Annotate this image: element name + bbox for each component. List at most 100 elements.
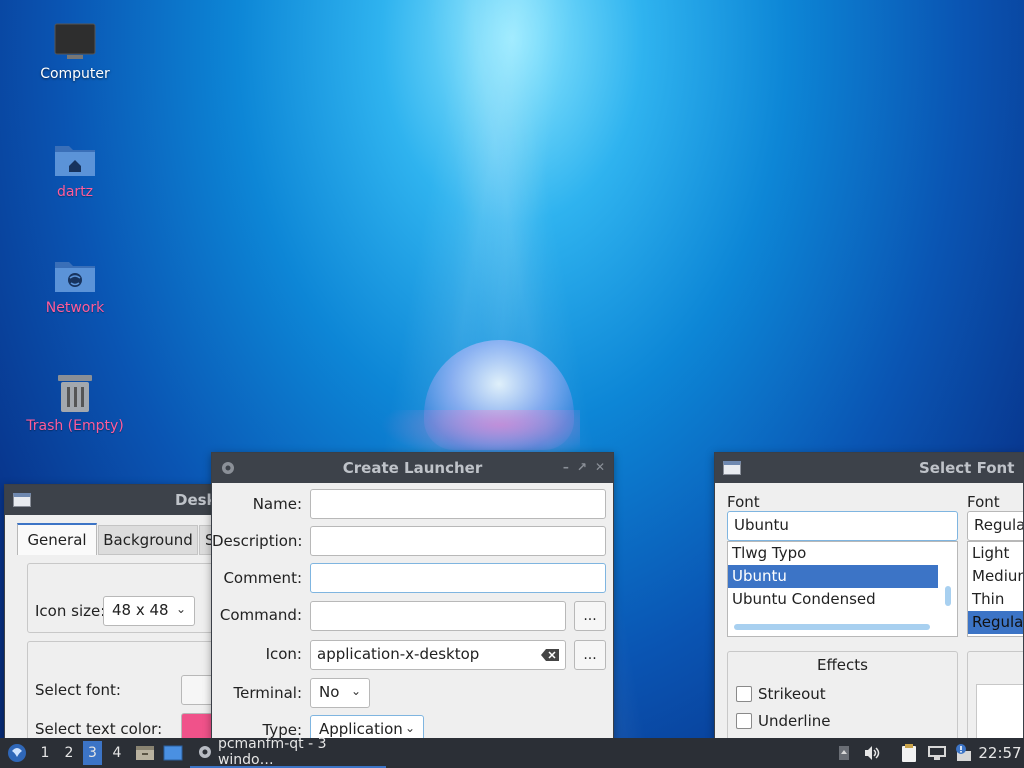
close-icon[interactable]: ✕ xyxy=(595,460,605,474)
command-browse-button[interactable]: ... xyxy=(574,601,606,631)
maximize-icon[interactable]: ↗ xyxy=(577,460,587,474)
description-label: Description: xyxy=(212,532,303,550)
desktop-icon-label: dartz xyxy=(56,184,94,200)
font-name-field[interactable]: Ubuntu xyxy=(727,511,958,541)
select-text-color-label: Select text color: xyxy=(35,720,163,738)
underline-label: Underline xyxy=(758,712,831,730)
window-icon xyxy=(13,493,31,507)
effects-group: Effects Strikeout Underline xyxy=(727,651,958,739)
tab-general[interactable]: General xyxy=(17,523,97,555)
command-field[interactable] xyxy=(310,601,566,631)
main-menu-button[interactable] xyxy=(4,738,30,768)
window-title: Select Font xyxy=(919,459,1015,477)
font-preview-box xyxy=(976,684,1023,739)
icon-size-value: 48 x 48 xyxy=(112,601,169,619)
desktop-icon-network[interactable]: Network xyxy=(15,256,135,316)
workspace-3[interactable]: 3 xyxy=(83,741,102,765)
workspace-1[interactable]: 1 xyxy=(35,738,55,768)
workspace-4[interactable]: 4 xyxy=(107,738,127,768)
tab-background[interactable]: Background xyxy=(98,525,198,555)
desktop-icon-label: Trash (Empty) xyxy=(26,418,124,434)
strikeout-label: Strikeout xyxy=(758,685,826,703)
window-titlebar[interactable]: Create Launcher – ↗ ✕ xyxy=(212,453,613,483)
desktop-icon-label: Computer xyxy=(40,66,110,82)
desktop-icon-computer[interactable]: Computer xyxy=(15,22,135,82)
font-list[interactable]: Tlwg Typo Ubuntu Ubuntu Condensed xyxy=(727,541,958,637)
sample-group xyxy=(967,651,1023,739)
network-folder-icon xyxy=(55,262,95,292)
gear-icon xyxy=(222,462,234,474)
effects-label: Effects xyxy=(817,656,868,674)
terminal-select[interactable]: No ⌄ xyxy=(310,678,370,708)
font-style-item[interactable]: Medium xyxy=(968,565,1023,588)
window-titlebar[interactable]: Select Font xyxy=(715,453,1023,483)
icon-size-label: Icon size: xyxy=(35,602,106,620)
network-wired-icon xyxy=(928,746,946,760)
terminal-label: Terminal: xyxy=(233,684,302,702)
workspace-2[interactable]: 2 xyxy=(59,738,79,768)
update-notifier[interactable] xyxy=(951,738,975,768)
icon-field[interactable]: application-x-desktop xyxy=(310,640,566,670)
chevron-down-icon: ⌄ xyxy=(404,721,415,735)
command-label: Command: xyxy=(219,606,302,624)
lxqt-logo-icon xyxy=(8,744,26,762)
desktop-icon-label: Network xyxy=(45,300,105,316)
create-launcher-window[interactable]: Create Launcher – ↗ ✕ Name: Description:… xyxy=(211,452,614,740)
select-font-window[interactable]: Select Font Font Ubuntu Tlwg Typo Ubuntu… xyxy=(714,452,1024,740)
icon-size-select[interactable]: 48 x 48 ⌄ xyxy=(103,596,195,626)
volume-control[interactable] xyxy=(860,738,884,768)
chevron-down-icon: ⌄ xyxy=(175,602,186,616)
desktop-icon xyxy=(163,745,183,761)
clear-text-icon[interactable] xyxy=(541,649,559,661)
font-list-item-selected[interactable]: Ubuntu xyxy=(728,565,938,588)
comment-field[interactable] xyxy=(310,563,606,593)
computer-icon xyxy=(54,23,96,59)
taskbar-task-pcmanfm[interactable]: pcmanfm-qt - 3 windo… xyxy=(190,736,386,768)
font-style-field[interactable]: Regular xyxy=(967,511,1023,541)
icon-field-value: application-x-desktop xyxy=(317,645,480,663)
desktop-preferences-window[interactable]: Desk General Background S Icon size: 48 … xyxy=(4,484,218,740)
name-label: Name: xyxy=(252,495,302,513)
file-manager-launcher[interactable] xyxy=(133,738,157,768)
comment-label: Comment: xyxy=(223,569,302,587)
horizontal-scrollbar[interactable] xyxy=(734,624,930,630)
task-label: pcmanfm-qt - 3 windo… xyxy=(217,736,327,768)
file-cabinet-icon xyxy=(136,746,154,760)
show-desktop-button[interactable] xyxy=(160,738,186,768)
terminal-value: No xyxy=(319,683,340,701)
chevron-down-icon: ⌄ xyxy=(350,684,361,698)
font-label: Font xyxy=(727,493,760,511)
taskbar: 1 2 3 4 pcmanfm-qt - 3 windo… 22:57 xyxy=(0,736,1024,768)
update-notification-icon xyxy=(956,744,971,761)
font-style-list[interactable]: Light Medium Thin Regular xyxy=(967,541,1023,637)
desktop-icon-home[interactable]: dartz xyxy=(15,140,135,200)
icon-browse-button[interactable]: ... xyxy=(574,640,606,670)
name-field[interactable] xyxy=(310,489,606,519)
network-applet[interactable] xyxy=(925,738,949,768)
font-style-item[interactable]: Thin xyxy=(968,588,1023,611)
trash-icon xyxy=(58,375,92,412)
underline-checkbox[interactable] xyxy=(736,713,752,729)
minimize-icon[interactable]: – xyxy=(563,460,569,474)
gear-icon xyxy=(198,746,211,758)
icon-label: Icon: xyxy=(265,645,302,663)
window-title: Create Launcher xyxy=(342,459,483,477)
chevron-up-icon xyxy=(839,746,849,760)
window-titlebar[interactable]: Desk xyxy=(5,485,217,515)
clipboard-icon xyxy=(902,744,916,762)
home-folder-icon xyxy=(55,146,95,176)
font-list-item[interactable]: Tlwg Typo xyxy=(728,542,957,565)
desktop-icon-trash[interactable]: Trash (Empty) xyxy=(15,372,135,434)
font-list-item[interactable]: Ubuntu Condensed xyxy=(728,588,957,611)
tray-expand-button[interactable] xyxy=(834,738,854,768)
font-style-item[interactable]: Light xyxy=(968,542,1023,565)
window-icon xyxy=(723,461,741,475)
clock[interactable]: 22:57 xyxy=(978,738,1022,768)
volume-icon xyxy=(865,746,880,760)
clipboard-applet[interactable] xyxy=(897,738,921,768)
select-font-label: Select font: xyxy=(35,681,121,699)
description-field[interactable] xyxy=(310,526,606,556)
vertical-scrollbar[interactable] xyxy=(945,586,951,606)
strikeout-checkbox[interactable] xyxy=(736,686,752,702)
font-style-item-selected[interactable]: Regular xyxy=(968,611,1023,634)
